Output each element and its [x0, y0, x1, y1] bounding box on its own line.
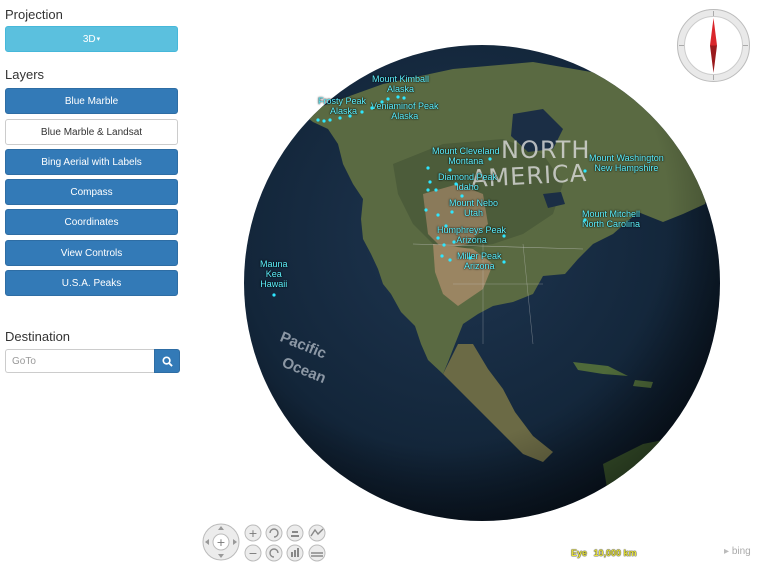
- svg-text:−: −: [248, 547, 257, 560]
- peak-state: Alaska: [330, 106, 358, 116]
- rotate-right-button[interactable]: [265, 544, 283, 562]
- peak-label-mauna-kea[interactable]: Mauna Kea Hawaii: [260, 259, 288, 289]
- compass-icon: [677, 9, 750, 82]
- bing-logo-icon: ▸: [724, 546, 730, 557]
- peak-name: Miller Peak: [457, 251, 502, 261]
- peak-name: Frosty Peak: [318, 96, 367, 106]
- exaggerate-down-button[interactable]: [308, 544, 326, 562]
- peak-state: Alaska: [391, 111, 419, 121]
- peak-label-veniaminof[interactable]: Veniaminof Peak Alaska: [371, 101, 439, 121]
- svg-text:+: +: [248, 527, 257, 540]
- peak-state: Hawaii: [260, 279, 288, 289]
- peak-name: Mount Nebo: [449, 198, 499, 208]
- layer-button-coordinates[interactable]: Coordinates: [5, 209, 178, 235]
- peak-label-cleveland[interactable]: Mount Cleveland Montana: [432, 146, 500, 166]
- goto-search-button[interactable]: [154, 349, 180, 373]
- svg-text:+: +: [216, 536, 225, 549]
- peak-name-2: Kea: [265, 269, 282, 279]
- peak-name: Humphreys Peak: [437, 225, 507, 235]
- layer-button-view-controls[interactable]: View Controls: [5, 240, 178, 266]
- rotate-left-button[interactable]: [265, 524, 283, 542]
- peak-label-washington[interactable]: Mount Washington New Hampshire: [589, 153, 664, 173]
- peak-name: Mount Kimball: [372, 74, 430, 84]
- layer-button-blue-marble[interactable]: Blue Marble: [5, 88, 178, 114]
- peak-state: Arizona: [456, 235, 487, 245]
- peak-label-humphreys[interactable]: Humphreys Peak Arizona: [437, 225, 506, 245]
- goto-input[interactable]: [5, 349, 154, 373]
- zoom-in-button[interactable]: +: [244, 524, 262, 542]
- peak-state: North Carolina: [582, 219, 641, 229]
- projection-title: Projection: [5, 7, 63, 22]
- peak-label-nebo[interactable]: Mount Nebo Utah: [449, 198, 498, 218]
- peak-label-diamond[interactable]: Diamond Peak Idaho: [438, 172, 497, 192]
- tilt-up-button[interactable]: [286, 524, 304, 542]
- peak-state: Utah: [464, 208, 484, 218]
- peak-name: Mount Mitchell: [582, 209, 641, 219]
- compass[interactable]: [676, 8, 751, 83]
- peak-label-frosty[interactable]: Frosty Peak Alaska: [318, 96, 366, 116]
- bing-text: bing: [731, 546, 751, 557]
- peak-state: Idaho: [456, 182, 479, 192]
- search-icon: [161, 355, 173, 367]
- layer-button-blue-marble-landsat[interactable]: Blue Marble & Landsat: [5, 119, 178, 145]
- layer-button-usa-peaks[interactable]: U.S.A. Peaks: [5, 270, 178, 296]
- peak-name: Diamond Peak: [438, 172, 498, 182]
- eye-altitude-readout: Eye 10,000 km: [571, 548, 637, 558]
- peak-state: New Hampshire: [594, 163, 659, 173]
- caret-down-icon: ▾: [96, 36, 101, 43]
- peak-name: Mauna: [260, 259, 288, 269]
- eye-value: 10,000 km: [593, 548, 637, 558]
- peak-label-kimball[interactable]: Mount Kimball Alaska: [372, 74, 429, 94]
- peak-name: Veniaminof Peak: [371, 101, 439, 111]
- peak-name: Mount Washington: [589, 153, 664, 163]
- layers-title: Layers: [5, 67, 45, 82]
- globe: [244, 45, 720, 521]
- pan-control[interactable]: +: [202, 523, 240, 561]
- peak-label-mitchell[interactable]: Mount Mitchell North Carolina: [582, 209, 640, 229]
- eye-label: Eye: [571, 548, 588, 558]
- exaggerate-up-button[interactable]: [308, 524, 326, 542]
- peak-state: Montana: [448, 156, 484, 166]
- layer-button-compass[interactable]: Compass: [5, 179, 178, 205]
- peak-state: Arizona: [464, 261, 495, 271]
- zoom-out-button[interactable]: −: [244, 544, 262, 562]
- destination-title: Destination: [5, 329, 71, 344]
- bing-attribution: ▸ bing: [724, 546, 751, 557]
- peak-state: Alaska: [387, 84, 415, 94]
- layer-button-bing-aerial[interactable]: Bing Aerial with Labels: [5, 149, 178, 175]
- projection-dropdown-button[interactable]: 3D ▾: [5, 26, 178, 52]
- peak-name: Mount Cleveland: [432, 146, 500, 156]
- tilt-down-button[interactable]: [286, 544, 304, 562]
- peak-label-miller[interactable]: Miller Peak Arizona: [457, 251, 502, 271]
- view-controls: + + −: [200, 520, 330, 564]
- goto-input-group: [5, 349, 180, 373]
- globe-viewport[interactable]: NORTH AMERICA Pacific Ocean: [243, 44, 721, 522]
- projection-value: 3D: [82, 33, 96, 45]
